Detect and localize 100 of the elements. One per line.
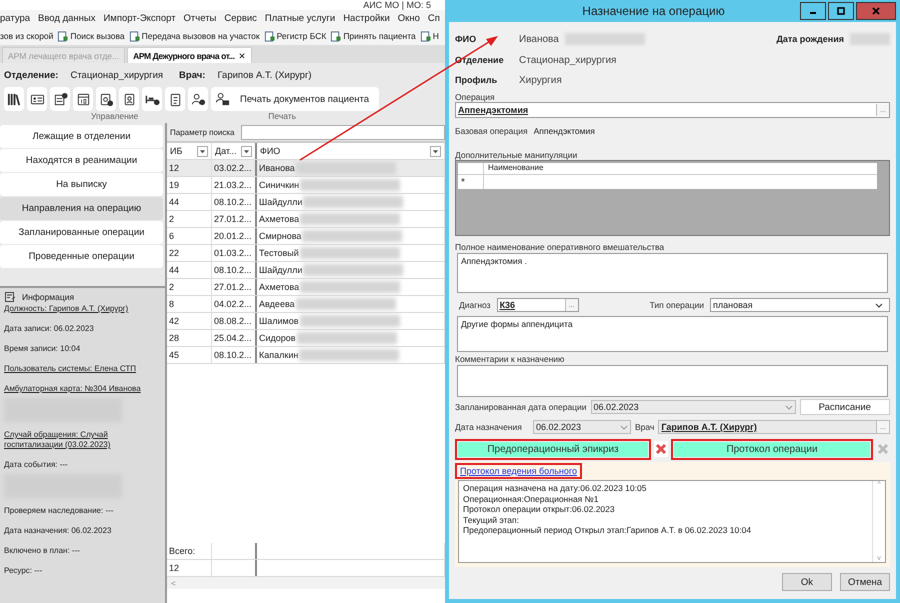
toolbar-button[interactable] bbox=[96, 87, 116, 111]
toolbar-button[interactable] bbox=[50, 87, 70, 111]
protocol-button[interactable]: Протокол операции bbox=[674, 442, 870, 456]
nav-button[interactable]: Лежащие в отделении bbox=[0, 125, 163, 148]
person-printer-icon bbox=[215, 92, 230, 106]
delete-icon bbox=[877, 443, 889, 455]
column-header[interactable]: ИБ bbox=[167, 143, 212, 159]
table-row[interactable]: 42 08.08.2... Шалимов bbox=[167, 313, 445, 330]
menu-item[interactable]: Импорт-Экспорт bbox=[103, 13, 176, 24]
nav-button[interactable]: Запланированные операции bbox=[0, 221, 163, 244]
tab[interactable]: АРМ Дежурного врача от... ✕ bbox=[127, 47, 252, 63]
table-row[interactable]: 8 04.02.2... Авдеева bbox=[167, 296, 445, 313]
log-link[interactable]: Протокол ведения больного bbox=[460, 466, 577, 476]
patient-name: Иванова bbox=[519, 34, 559, 44]
close-button[interactable] bbox=[856, 2, 896, 20]
table-cell: 27.01.2... bbox=[212, 211, 257, 227]
info-text: Время записи: 10:04 bbox=[4, 344, 82, 354]
toolbar-button[interactable]: Н bbox=[420, 30, 439, 42]
table-cell: 2 bbox=[167, 211, 212, 227]
table-row[interactable]: 44 08.10.2... Шайдулли bbox=[167, 194, 445, 211]
cancel-button[interactable]: Отмена bbox=[840, 573, 890, 591]
text-area[interactable]: Другие формы аппендицита bbox=[457, 316, 888, 352]
table-row[interactable]: 28 25.04.2... Сидоров bbox=[167, 330, 445, 347]
table-cell: 19 bbox=[167, 177, 212, 193]
field-label: Операция bbox=[455, 92, 496, 102]
info-link[interactable]: Должность: Гарипов А.Т. (Хирург) bbox=[4, 304, 161, 314]
menu-item[interactable]: Сп bbox=[428, 13, 440, 24]
menu-item[interactable]: Платные услуги bbox=[264, 13, 336, 24]
table-row[interactable]: 6 20.01.2... Смирнова bbox=[167, 228, 445, 245]
field-label: Тип операции bbox=[650, 300, 704, 310]
table-cell: 08.10.2... bbox=[212, 347, 257, 363]
table-row[interactable]: 19 21.03.2... Синичкин bbox=[167, 177, 445, 194]
document-icon bbox=[420, 30, 431, 42]
toolbar-button[interactable] bbox=[142, 87, 162, 111]
nav-button[interactable]: Проведенные операции bbox=[0, 245, 163, 268]
toolbar-button[interactable]: Принять пациента bbox=[330, 30, 416, 42]
table-cell: Синичкин bbox=[259, 180, 300, 190]
info-link[interactable]: Пользователь системы: Елена СТП bbox=[4, 364, 161, 374]
close-icon[interactable]: ✕ bbox=[238, 50, 246, 60]
document-icon bbox=[330, 30, 342, 42]
search-field[interactable] bbox=[240, 124, 445, 140]
toolbar-button[interactable] bbox=[119, 87, 139, 111]
toolbar-button[interactable] bbox=[27, 87, 47, 111]
table-cell: 03.02.2... bbox=[212, 160, 257, 176]
note-icon bbox=[4, 291, 16, 303]
epicrisis-button[interactable]: Предоперационный эпикриз bbox=[458, 442, 648, 456]
table-cell: Авдеева bbox=[259, 299, 295, 309]
document-icon bbox=[264, 30, 275, 42]
group-label: Печать bbox=[268, 111, 296, 123]
print-button[interactable]: Печать документов пациента bbox=[211, 87, 380, 111]
total-value: 12 bbox=[167, 560, 212, 576]
table-row[interactable]: 45 08.10.2... Капалкин bbox=[167, 347, 445, 364]
operation-type-dropdown[interactable]: плановая bbox=[710, 298, 890, 312]
delete-icon bbox=[655, 443, 667, 455]
comment-field[interactable] bbox=[457, 365, 888, 397]
toolbar-button[interactable] bbox=[73, 87, 93, 111]
nav-button[interactable]: Находятся в реанимации bbox=[0, 149, 163, 172]
toolbar-button[interactable] bbox=[4, 87, 24, 111]
menu-item[interactable]: ратура bbox=[0, 13, 30, 24]
table-cell: Шалимов bbox=[259, 316, 299, 326]
toolbar-button[interactable]: Передача вызовов на участок bbox=[128, 30, 260, 42]
menu-item[interactable]: Настройки bbox=[343, 13, 390, 24]
minimize-button[interactable] bbox=[800, 2, 826, 20]
schedule-button[interactable]: Расписание bbox=[800, 399, 890, 415]
table-row[interactable]: 12 03.02.2... Иванова bbox=[167, 160, 445, 177]
field-label: Полное наименование оперативного вмешательства bbox=[455, 242, 666, 252]
field-label: ФИО bbox=[455, 34, 478, 44]
log-line: Операция назначена на дату:06.02.2023 10:05 bbox=[463, 483, 648, 494]
table-row[interactable]: 2 27.01.2... Ахметова bbox=[167, 211, 445, 228]
text-area[interactable]: Аппендэктомия . bbox=[457, 253, 888, 293]
menu-item[interactable]: Окно bbox=[398, 13, 420, 24]
delete-button[interactable] bbox=[654, 441, 668, 457]
filter-icon[interactable] bbox=[197, 146, 208, 156]
total-label: Всего: bbox=[167, 543, 212, 559]
menu-item[interactable]: Сервис bbox=[224, 13, 257, 24]
chevron-down-icon bbox=[620, 423, 628, 431]
nav-button[interactable]: Направления на операцию bbox=[0, 197, 163, 220]
toolbar-button[interactable]: Регистр БСК bbox=[264, 30, 326, 42]
menu-item[interactable]: Отчеты bbox=[184, 13, 216, 24]
table-cell: 08.10.2... bbox=[212, 262, 257, 278]
field-label: Отделение: bbox=[4, 70, 58, 80]
date-field[interactable]: 06.02.2023 bbox=[533, 420, 631, 434]
filter-icon[interactable] bbox=[241, 146, 252, 156]
info-link[interactable]: Амбулаторная карта: №304 Иванова bbox=[4, 384, 161, 394]
ok-button[interactable]: Ok bbox=[782, 573, 832, 591]
toolbar-button[interactable]: Поиск вызова bbox=[57, 30, 125, 42]
field-label: Запланированная дата операции bbox=[455, 402, 587, 412]
toolbar-button[interactable]: зов из скорой bbox=[0, 31, 54, 41]
menu-item[interactable]: Ввод данных bbox=[38, 13, 96, 24]
toolbar-button[interactable] bbox=[165, 87, 185, 111]
info-link[interactable]: Случай обращения: Случай госпитализации (03.02.2023) bbox=[4, 430, 161, 450]
maximize-button[interactable] bbox=[828, 2, 854, 20]
toolbar-button[interactable] bbox=[188, 87, 208, 111]
table-row[interactable]: 44 08.10.2... Шайдулли bbox=[167, 262, 445, 279]
table-cell: 28 bbox=[167, 330, 212, 346]
table-cell: 6 bbox=[167, 228, 212, 244]
table-row[interactable]: 2 27.01.2... Ахметова bbox=[167, 279, 445, 296]
filter-icon[interactable] bbox=[430, 146, 441, 156]
table-row[interactable]: 22 01.03.2... Тестовый bbox=[167, 245, 445, 262]
nav-button[interactable]: На выписку bbox=[0, 173, 163, 196]
